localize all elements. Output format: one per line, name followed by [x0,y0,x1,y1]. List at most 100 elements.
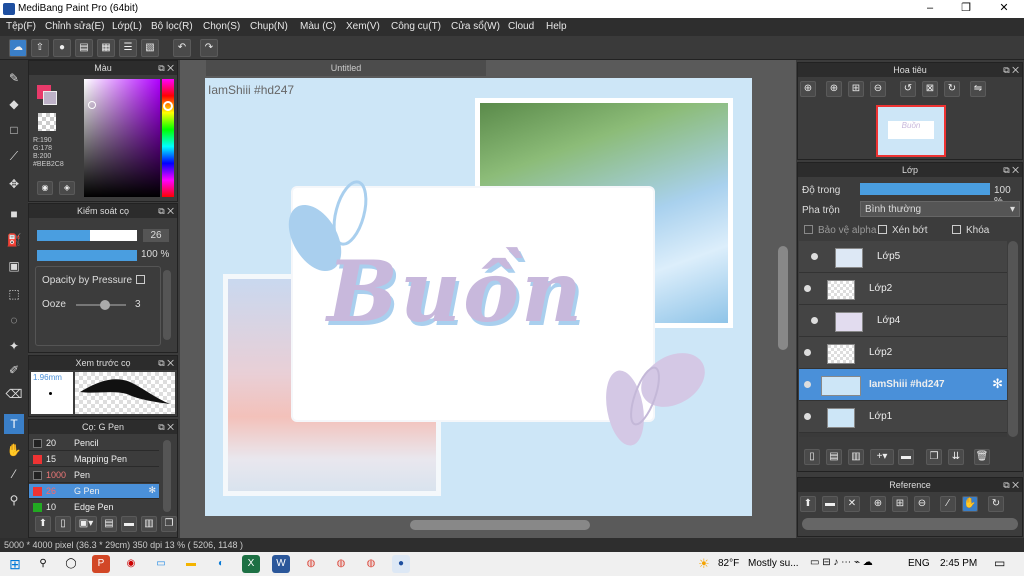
merge-layer-icon[interactable]: ⇊ [948,449,964,465]
hue-handle[interactable] [163,101,173,111]
color-set-icon[interactable]: ◈ [59,181,75,195]
protect-alpha-checkbox[interactable] [804,225,813,234]
task-view-icon[interactable]: ◯ [62,555,80,573]
windows-start-icon[interactable]: ⊞ [6,555,24,573]
layer-scrollbar[interactable] [1008,241,1018,437]
layer-row[interactable]: Lớp1 [799,401,1007,433]
new-8bit-layer-icon[interactable]: ▥ [848,449,864,465]
monitor-icon[interactable]: ▭ [152,555,170,573]
document-tab[interactable]: Untitled [206,60,486,76]
blend-mode-select[interactable]: Bình thường ▾ [860,201,1020,217]
folder-icon[interactable]: ▬ [898,449,914,465]
brush-item[interactable]: 15 Mapping Pen [29,452,159,467]
clipping-checkbox[interactable] [878,225,887,234]
gradient-tool-icon[interactable]: ▣ [4,256,24,276]
grid-icon[interactable]: ▦ [97,39,115,57]
eye-icon[interactable] [804,381,811,388]
fill-rect-tool-icon[interactable]: ■ [4,204,24,224]
file-explorer-icon[interactable]: ▬ [182,555,200,573]
brush-item-selected[interactable]: 26 G Pen ✻ [29,484,159,499]
bucket-tool-icon[interactable]: ⛽ [4,230,24,250]
app-icon[interactable]: ◉ [122,555,140,573]
navigator-thumbnail[interactable]: Buồn [876,105,946,157]
picker-cursor[interactable] [88,101,96,109]
eye-icon[interactable] [804,349,811,356]
hand-tool-icon[interactable]: ✋ [4,440,24,460]
flip-icon[interactable]: ⇋ [970,81,986,97]
layer-row[interactable]: Lớp5 [799,241,1007,273]
notification-icon[interactable]: ▭ [994,556,1005,570]
menu-file[interactable]: Tệp(F) [6,21,36,32]
brush-menu-icon[interactable]: ▣▾ [75,516,97,532]
canvas[interactable]: Buồn IamShiii #hd247 [205,78,752,516]
eyedropper-icon[interactable]: ⁄ [4,464,24,484]
folder-icon[interactable]: ▬ [121,516,137,532]
cloud-icon[interactable]: ☁ [9,39,27,57]
new-brush-icon[interactable]: ▯ [55,516,71,532]
opacity-slider[interactable] [37,250,137,261]
add-layer-menu-icon[interactable]: +▾ [870,449,894,465]
scrollbar[interactable] [163,270,171,340]
background-color-swatch[interactable] [43,91,57,105]
layer-row[interactable]: Lớp2 [799,273,1007,305]
close-icon[interactable]: ⧉ ✕ [1003,163,1019,177]
rect-tool-icon[interactable]: □ [4,120,24,140]
medibang-taskbar-icon[interactable]: ● [392,555,410,573]
zoom-fit-icon[interactable]: ⊕ [800,81,816,97]
minimize-button[interactable]: – [912,0,948,18]
layer-row[interactable]: Lớp2 [799,337,1007,369]
fit-icon[interactable]: ⊞ [892,496,908,512]
hand-icon[interactable]: ✋ [962,496,978,512]
layout-icon[interactable]: ▧ [141,39,159,57]
menu-window[interactable]: Cửa sổ(W) [451,21,500,32]
export-brush-icon[interactable]: ▥ [141,516,157,532]
list-icon[interactable]: ☰ [119,39,137,57]
menu-help[interactable]: Help [546,21,567,32]
close-icon[interactable]: ⧉ ✕ [158,204,174,218]
close-button[interactable]: ✕ [986,0,1022,18]
zoom-out-icon[interactable]: ⊖ [870,81,886,97]
select-pen-icon[interactable]: ✐ [4,360,24,380]
magic-wand-icon[interactable]: ✦ [4,336,24,356]
redo-icon[interactable]: ↷ [200,39,218,57]
eraser-tool-icon[interactable]: ◆ [4,94,24,114]
close-icon[interactable]: ⧉ ✕ [1003,63,1019,77]
layer-row[interactable]: Lớp4 [799,305,1007,337]
copy-brush-icon[interactable]: ▤ [101,516,117,532]
select-lasso-icon[interactable]: ◌ [4,310,24,330]
duplicate-layer-icon[interactable]: ❐ [926,449,942,465]
scrollbar[interactable] [163,440,171,512]
gear-icon[interactable]: ✻ [148,485,156,496]
powerpoint-icon[interactable]: P [92,555,110,573]
export-icon[interactable]: ⇧ [31,39,49,57]
delete-layer-icon[interactable]: 🗑 [974,449,990,465]
add-brush-icon[interactable]: ⬆ [35,516,51,532]
eye-icon[interactable] [804,285,811,292]
rotate-icon[interactable]: ↻ [988,496,1004,512]
close-icon[interactable]: ⧉ ✕ [1003,478,1019,492]
weather-text[interactable]: Mostly su... [748,558,799,569]
menu-snap[interactable]: Chụp(N) [250,21,288,32]
zoom-tool-icon[interactable]: ⚲ [4,490,24,510]
reference-scrollbar[interactable] [802,518,1018,530]
gear-icon[interactable]: ✻ [992,376,1003,392]
new-layer-icon[interactable]: ▯ [804,449,820,465]
comment-icon[interactable]: ● [53,39,71,57]
maximize-button[interactable]: ❐ [948,0,984,18]
menu-edit[interactable]: Chỉnh sửa(E) [45,21,105,32]
size-slider[interactable] [37,230,137,241]
layer-opacity-slider[interactable] [860,183,990,195]
saturation-picker[interactable] [84,79,160,197]
zoom-out-icon[interactable]: ⊖ [914,496,930,512]
ooze-slider[interactable] [76,300,126,310]
tray-icons[interactable]: ▭ ⊟ ♪ ⋯ ⌁ ☁ [810,557,873,568]
menu-layer[interactable]: Lớp(L) [112,21,142,32]
rotate-right-icon[interactable]: ↻ [944,81,960,97]
zoom-in-icon[interactable]: ⊕ [826,81,842,97]
select-rect-icon[interactable]: ⬚ [4,284,24,304]
eyedropper-icon[interactable]: ⁄ [940,496,956,512]
lock-checkbox[interactable] [952,225,961,234]
size-value[interactable]: 26 [143,229,169,242]
excel-icon[interactable]: X [242,555,260,573]
edge-icon[interactable]: ◐ [212,555,230,573]
